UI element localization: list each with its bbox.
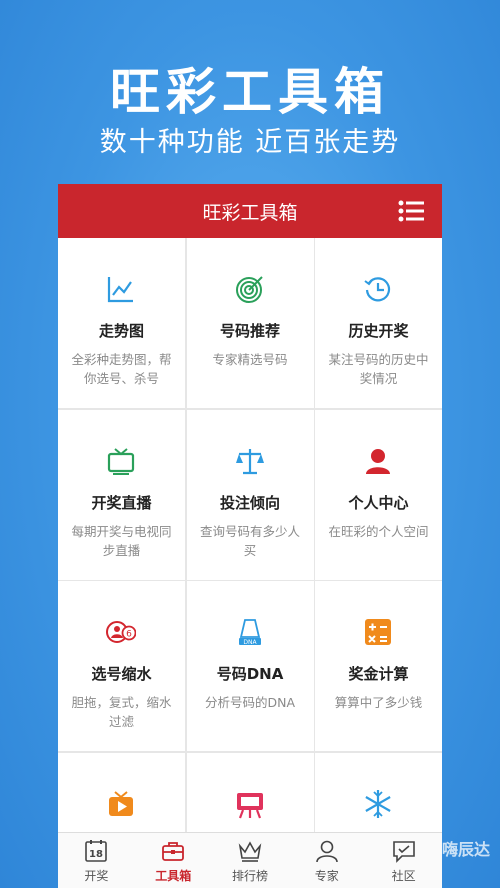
header-title: 旺彩工具箱 [202,201,298,224]
tool-name: 号码DNA [216,665,284,683]
tab-toolbox[interactable]: 工具箱 [135,833,212,888]
tab-label: 排行榜 [231,869,268,883]
tab-community[interactable]: 社区 [365,833,442,888]
user-icon [366,448,390,474]
tool-history-draw[interactable]: 历史开奖 某注号码的历史中奖情况 [315,238,442,408]
tool-prize-calculator[interactable]: 奖金计算 算算中了多少钱 [315,581,442,751]
hero-title: 旺彩工具箱 [110,63,390,121]
toolbox-icon [162,842,185,861]
tab-label: 工具箱 [155,869,192,883]
tool-name: 个人中心 [348,493,409,512]
tool-desc: 在旺彩的个人空间 [328,523,429,539]
tab-draw[interactable]: 18 开奖 [58,833,135,888]
number-filter-icon: 6 [106,621,136,643]
tv-icon [107,447,135,475]
menu-list-icon[interactable] [398,200,424,222]
tool-name: 开奖直播 [91,493,152,512]
target-icon [235,276,263,303]
tool-name: 号码推荐 [219,322,280,340]
tab-label: 社区 [391,869,416,883]
tool-desc: 分析号码的DNA [204,695,296,710]
tool-bet-tendency[interactable]: 投注倾向 查询号码有多少人买 [186,409,314,580]
svg-text:DNA: DNA [243,639,257,646]
tool-name: 选号缩水 [91,665,152,683]
tool-number-filter[interactable]: 6 选号缩水 胆拖，复式，缩水过滤 [58,581,185,751]
tool-desc: 算算中了多少钱 [334,695,423,710]
tool-desc: 每期开奖与电视同步直播 [71,523,172,558]
easel-icon [236,792,263,818]
snowflake-icon [365,789,391,818]
calculator-icon [365,619,391,645]
tool-number-recommend[interactable]: 号码推荐 专家精选号码 [186,238,314,408]
tool-desc: 全彩种走势图，帮你选号、杀号 [71,352,172,386]
tool-desc: 专家精选号码 [212,352,288,367]
watermark: 嗨辰达 [441,840,490,859]
tool-desc: 胆拖，复式，缩水过滤 [71,695,172,729]
hero-subtitle: 数十种功能 近百张走势 [99,127,401,158]
app-header: 旺彩工具箱 [58,184,442,238]
tool-name: 走势图 [98,322,144,340]
tab-label: 开奖 [84,869,109,883]
scale-icon [235,448,264,474]
trend-chart-icon [107,277,133,303]
expert-user-icon [315,840,338,863]
calendar-day-number: 18 [89,849,103,860]
tool-desc: 某注号码的历史中奖情况 [328,352,429,386]
tab-expert[interactable]: 专家 [288,833,365,888]
dna-icon: DNA [238,619,261,646]
history-clock-icon [364,277,391,302]
tool-personal-center[interactable]: 个人中心 在旺彩的个人空间 [315,409,442,580]
tool-name: 奖金计算 [348,665,409,683]
tool-live-draw[interactable]: 开奖直播 每期开奖与电视同步直播 [58,409,185,580]
tool-desc: 查询号码有多少人买 [199,523,300,558]
chat-icon [392,841,415,863]
tool-trend-chart[interactable]: 走势图 全彩种走势图，帮你选号、杀号 [58,238,185,408]
tool-grid: 走势图 全彩种走势图，帮你选号、杀号 号码推荐 专家精选号码 历史开奖 某注号码… [58,238,442,888]
tool-number-dna[interactable]: DNA 号码DNA 分析号码的DNA [186,581,314,751]
calendar-18-icon: 18 [85,840,108,862]
svg-text:6: 6 [126,630,132,640]
bottom-tab-bar: 18 开奖 工具箱 排行榜 专家 社区 [58,832,442,888]
play-tv-icon [109,790,133,816]
tool-name: 投注倾向 [219,493,280,512]
tab-label: 专家 [314,869,339,883]
tab-ranking[interactable]: 排行榜 [212,833,289,888]
tool-name: 历史开奖 [348,322,409,340]
crown-icon [238,841,262,862]
phone-screen: 旺彩工具箱 走势图 全彩种走势图，帮你选号、杀号 号码推荐 专家精选号码 历史开… [58,184,442,888]
